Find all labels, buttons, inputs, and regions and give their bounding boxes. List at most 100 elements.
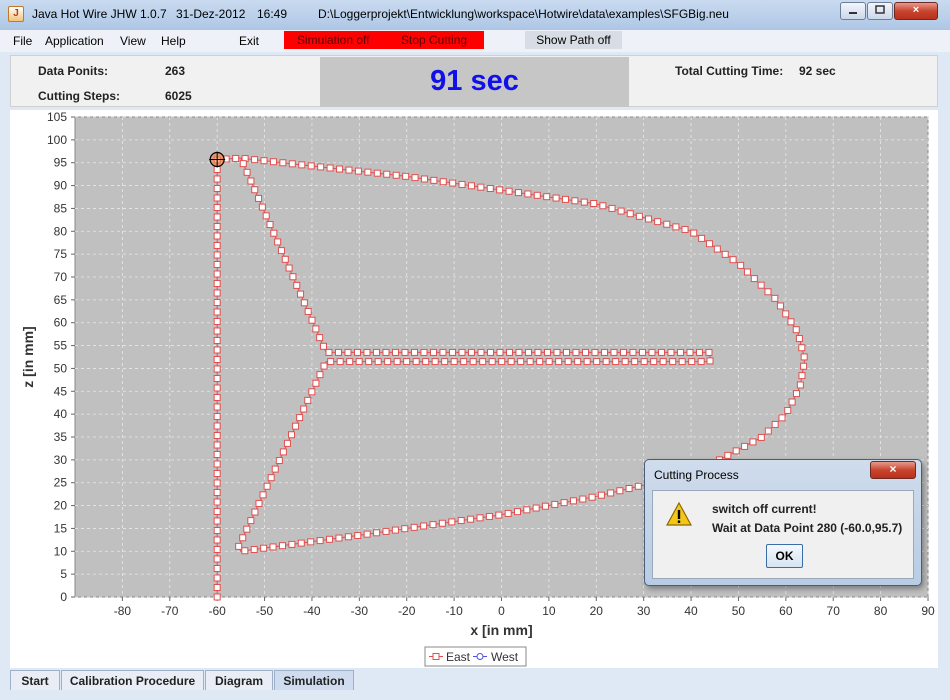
east-point-marker (304, 308, 312, 316)
ok-button[interactable]: OK (766, 544, 803, 568)
east-point-marker (574, 358, 582, 366)
east-point-marker (495, 511, 503, 519)
east-point-marker (312, 325, 320, 333)
east-point-marker (213, 194, 221, 202)
tab-calibration-procedure[interactable]: Calibration Procedure (61, 670, 204, 690)
east-point-marker (788, 398, 796, 406)
east-point-marker (297, 539, 305, 547)
east-point-marker (771, 294, 779, 302)
east-point-marker (533, 191, 541, 199)
east-point-marker (496, 348, 504, 356)
east-point-marker (373, 529, 381, 537)
y-tick-label: 10 (54, 544, 68, 558)
east-point-marker (787, 318, 795, 326)
east-point-marker (532, 504, 540, 512)
east-point-marker (800, 362, 808, 370)
east-point-marker (645, 215, 653, 223)
dialog-title: Cutting Process (654, 468, 739, 482)
simulation-toggle[interactable]: Simulation off (297, 33, 370, 47)
east-point-marker (255, 194, 263, 202)
tab-bar: Start Calibration Procedure Diagram Simu… (0, 668, 950, 700)
y-tick-label: 65 (54, 293, 68, 307)
east-point-marker (591, 348, 599, 356)
east-point-marker (562, 348, 570, 356)
east-point-marker (213, 185, 221, 192)
menu-file[interactable]: File (13, 34, 32, 48)
y-tick-label: 15 (54, 521, 68, 535)
east-point-marker (281, 255, 289, 263)
east-point-marker (316, 537, 324, 545)
east-point-marker (213, 565, 221, 572)
east-point-marker (612, 358, 620, 366)
east-point-marker (232, 154, 240, 162)
title-date: 31-Dez-2012 (176, 7, 246, 21)
east-point-marker (572, 348, 580, 356)
east-point-marker (326, 535, 334, 543)
east-point-marker (798, 344, 806, 352)
window-title: Java Hot Wire JHW 1.0.7 (32, 7, 167, 21)
minimize-button[interactable] (840, 2, 866, 20)
east-point-marker (297, 290, 305, 298)
data-points-value: 263 (165, 64, 186, 78)
east-point-marker (561, 195, 569, 203)
east-point-marker (213, 555, 221, 563)
tab-diagram[interactable]: Diagram (205, 670, 273, 690)
east-point-marker (534, 348, 542, 356)
x-tick-label: 40 (684, 604, 698, 618)
east-point-marker (213, 422, 221, 430)
east-point-marker (457, 517, 465, 525)
east-point-marker (373, 169, 381, 177)
east-point-marker (721, 250, 729, 258)
east-point-marker (688, 358, 696, 366)
east-point-marker (346, 358, 354, 366)
east-point-marker (213, 508, 221, 515)
east-point-marker (581, 348, 589, 356)
east-point-marker (757, 433, 765, 441)
menu-application[interactable]: Application (45, 34, 104, 48)
east-point-marker (251, 508, 259, 516)
stop-cutting-button[interactable]: Stop Cutting (401, 33, 467, 47)
east-point-marker (695, 348, 703, 356)
east-point-marker (308, 316, 316, 324)
east-point-marker (750, 275, 758, 283)
east-point-marker (391, 526, 399, 534)
title-bar: J Java Hot Wire JHW 1.0.7 31-Dez-2012 16… (0, 0, 950, 31)
menu-view[interactable]: View (120, 34, 146, 48)
x-tick-label: 0 (498, 604, 505, 618)
east-point-marker (260, 157, 268, 165)
y-tick-label: 55 (54, 339, 68, 353)
east-point-marker (266, 221, 274, 229)
east-point-marker (458, 180, 466, 188)
east-point-marker (792, 390, 800, 398)
tab-start[interactable]: Start (10, 670, 60, 690)
y-tick-label: 105 (47, 110, 67, 124)
east-point-marker (213, 584, 221, 591)
east-point-marker (344, 533, 352, 541)
east-point-marker (241, 547, 249, 555)
east-point-marker (364, 168, 372, 176)
east-point-marker (617, 207, 625, 215)
east-point-marker (551, 500, 559, 508)
east-point-marker (439, 178, 447, 186)
exit-button[interactable]: Exit (239, 34, 259, 48)
east-point-marker (247, 177, 255, 185)
cutting-steps-value: 6025 (165, 89, 192, 103)
restore-button[interactable] (867, 2, 893, 20)
menu-help[interactable]: Help (161, 34, 186, 48)
east-point-marker (607, 489, 615, 497)
east-point-marker (260, 544, 268, 552)
east-point-marker (640, 358, 648, 366)
timer-panel: 91 sec (320, 57, 629, 107)
east-point-marker (336, 358, 344, 366)
tab-simulation[interactable]: Simulation (274, 670, 354, 690)
east-point-marker (213, 527, 221, 534)
east-point-marker (698, 234, 706, 242)
dialog-close-button[interactable]: × (870, 461, 916, 479)
east-point-marker (429, 521, 437, 529)
east-point-marker (619, 348, 627, 356)
show-path-toggle[interactable]: Show Path off (525, 31, 622, 49)
east-point-marker (213, 318, 221, 325)
east-point-marker (757, 281, 765, 289)
x-tick-label: 60 (779, 604, 793, 618)
close-button[interactable]: × (894, 2, 938, 20)
